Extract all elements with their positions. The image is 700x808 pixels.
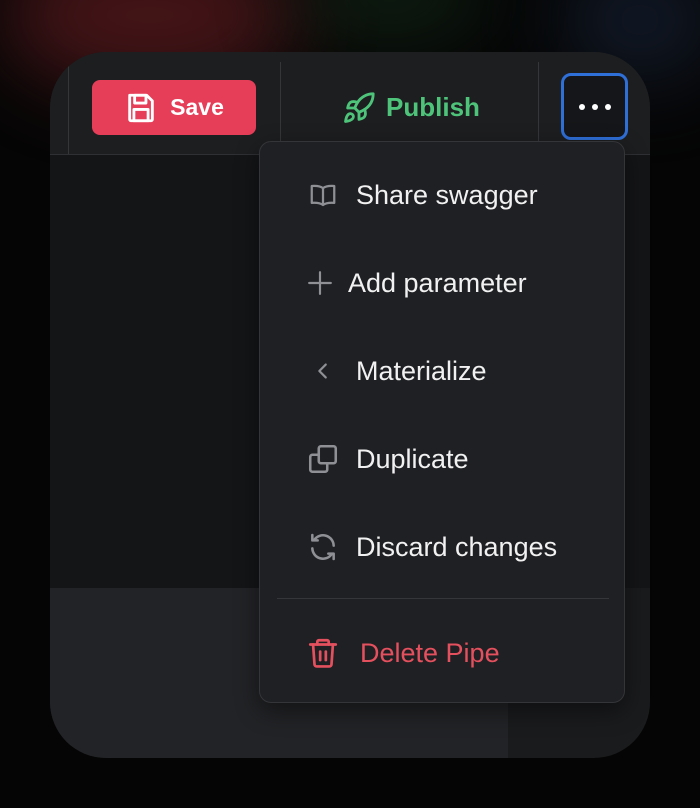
more-options-menu: Share swagger Add parameter Materialize … — [259, 141, 625, 703]
save-button[interactable]: Save — [92, 80, 256, 135]
rocket-icon — [344, 91, 375, 123]
copy-icon — [306, 442, 340, 476]
publish-button-label: Publish — [386, 92, 480, 122]
menu-item-add-parameter[interactable]: Add parameter — [260, 253, 624, 313]
chevron-left-icon — [306, 354, 340, 388]
floppy-disk-icon — [128, 93, 154, 122]
background-glow-green — [290, 0, 490, 40]
menu-item-label: Materialize — [356, 355, 487, 386]
menu-item-label: Add parameter — [348, 267, 527, 298]
toolbar-divider — [68, 62, 69, 154]
refresh-icon — [306, 530, 340, 564]
menu-item-label: Duplicate — [356, 443, 469, 474]
menu-item-label: Discard changes — [356, 531, 558, 562]
toolbar: Save Publish — [50, 52, 650, 155]
trash-icon — [306, 636, 340, 670]
save-button-label: Save — [170, 94, 224, 120]
ellipsis-icon — [578, 103, 611, 110]
menu-item-share-swagger[interactable]: Share swagger — [260, 165, 624, 225]
menu-item-label: Delete Pipe — [360, 637, 500, 668]
menu-divider — [277, 598, 609, 599]
publish-button[interactable]: Publish — [336, 80, 486, 135]
plus-icon — [303, 266, 337, 300]
book-icon — [306, 178, 340, 212]
menu-item-materialize[interactable]: Materialize — [260, 341, 624, 401]
menu-item-discard-changes[interactable]: Discard changes — [260, 517, 624, 577]
more-options-button[interactable] — [561, 73, 628, 140]
menu-item-label: Share swagger — [356, 179, 538, 210]
menu-item-delete-pipe[interactable]: Delete Pipe — [260, 623, 624, 683]
menu-item-duplicate[interactable]: Duplicate — [260, 429, 624, 489]
